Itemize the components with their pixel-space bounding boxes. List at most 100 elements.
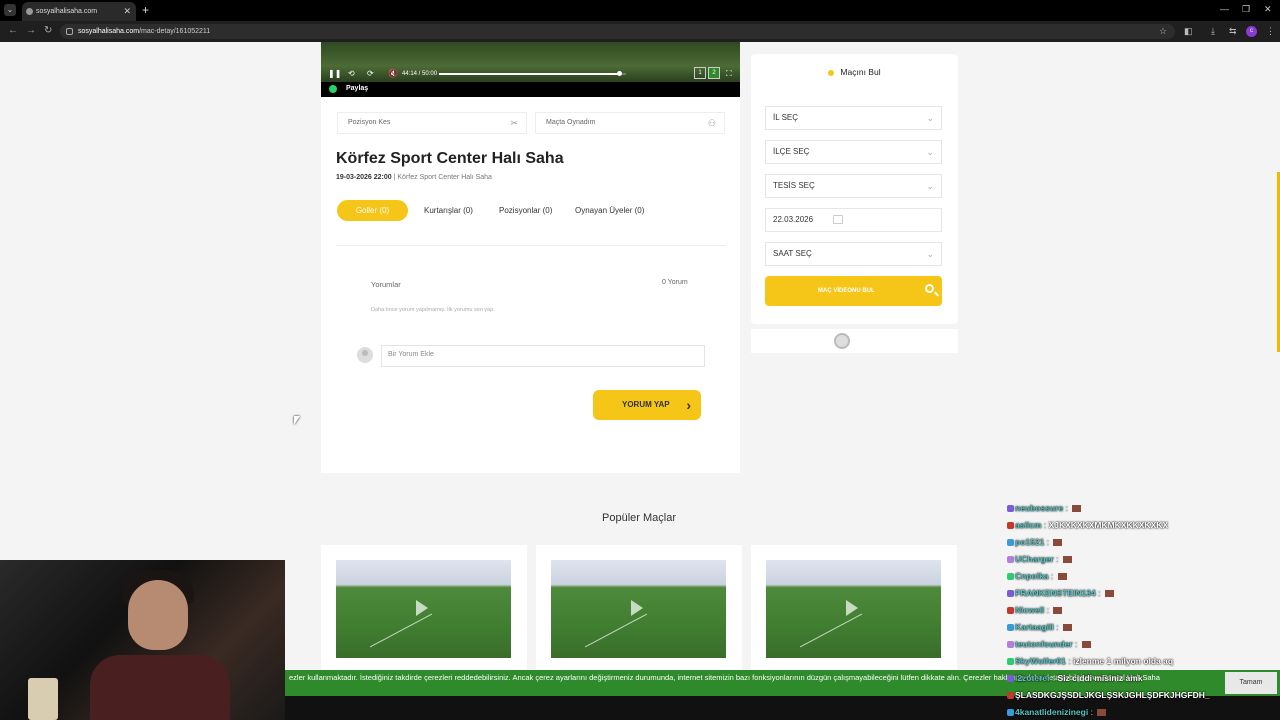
window-close-icon[interactable]: ✕ bbox=[1264, 4, 1272, 15]
play-icon[interactable] bbox=[846, 600, 858, 616]
submit-comment-button[interactable]: YORUM YAP › bbox=[593, 390, 701, 420]
pause-icon[interactable]: ❚❚ bbox=[328, 69, 341, 78]
chat-message: ŞLASDKGJŞSDLJKGLŞSKJGHLŞDFKJHGFDH_ bbox=[1007, 690, 1210, 700]
comment-input[interactable]: Bir Yorum Ekle bbox=[381, 345, 705, 367]
match-venue: Körfez Sport Center Halı Saha bbox=[397, 174, 492, 181]
chat-message: po1521 : bbox=[1007, 537, 1063, 547]
calendar-icon[interactable] bbox=[833, 215, 843, 224]
streamer-body bbox=[90, 655, 230, 720]
minimize-icon[interactable]: — bbox=[1220, 4, 1229, 14]
city-select[interactable]: İL SEÇ ⌄ bbox=[765, 106, 942, 130]
submit-comment-label: YORUM YAP bbox=[622, 400, 670, 409]
close-tab-icon[interactable]: ✕ bbox=[123, 2, 131, 21]
city-select-value: İL SEÇ bbox=[773, 113, 799, 122]
comments-heading: Yorumlar bbox=[371, 280, 401, 289]
whatsapp-icon[interactable] bbox=[329, 85, 337, 93]
tab-divider bbox=[336, 245, 726, 246]
chat-emote-icon bbox=[1053, 539, 1063, 547]
scissors-icon: ✂ bbox=[510, 118, 518, 128]
played-in-match-label: Maçta Oynadım bbox=[546, 119, 596, 126]
time-select-value: SAAT SEÇ bbox=[773, 249, 812, 258]
district-select[interactable]: İLÇE SEÇ ⌄ bbox=[765, 140, 942, 164]
chat-emote-icon bbox=[1057, 573, 1067, 581]
extensions-icon[interactable]: ◧ bbox=[1184, 26, 1193, 37]
find-match-title-text: Maçını Bul bbox=[840, 67, 881, 77]
download-icon[interactable]: ⤓ bbox=[1211, 26, 1215, 37]
video-time: 44:14 / 50:00 bbox=[402, 71, 438, 77]
chat-username: Cnpolka bbox=[1015, 571, 1049, 581]
tab-players[interactable]: Oynayan Üyeler (0) bbox=[575, 200, 644, 221]
played-in-match-button[interactable]: Maçta Oynadım ⚇ bbox=[535, 112, 725, 134]
tab-saves[interactable]: Kurtarışlar (0) bbox=[424, 200, 473, 221]
chat-text: ŞLASDKGJŞSDLJKGLŞSKJGHLŞDFKJHGFDH_ bbox=[1015, 690, 1210, 700]
browser-tabbar: ⌄ sosyalhalisaha.com ✕ + — ❐ ✕ bbox=[0, 0, 1280, 21]
chat-message: teutonfounder : bbox=[1007, 639, 1091, 649]
popular-match-thumbnail[interactable] bbox=[336, 560, 511, 658]
match-datetime: 19-03-2026 22:00 bbox=[336, 174, 392, 181]
menu-icon[interactable]: ⋮ bbox=[1266, 26, 1275, 37]
chat-username: SkyWolfer01 bbox=[1015, 656, 1066, 666]
chat-badge-icon bbox=[1007, 692, 1014, 700]
fullscreen-icon[interactable]: ⛶ bbox=[726, 69, 732, 79]
play-icon[interactable] bbox=[416, 600, 428, 616]
cut-position-label: Pozisyon Kes bbox=[348, 119, 391, 126]
cookie-accept-button[interactable]: Tamam bbox=[1225, 672, 1277, 694]
video-player[interactable]: ❚❚ ⟲ ⟳ 🔇 44:14 / 50:00 1 2 ⛶ Paylaş bbox=[321, 42, 740, 97]
date-input[interactable]: 22.03.2026 bbox=[765, 208, 942, 232]
chat-emote-icon bbox=[1081, 641, 1091, 649]
site-info-icon[interactable] bbox=[66, 28, 73, 35]
mouse-cursor-icon bbox=[294, 416, 300, 425]
chat-badge-icon bbox=[1007, 539, 1014, 547]
chat-badge-icon bbox=[1007, 658, 1014, 666]
meta-separator: | bbox=[393, 174, 396, 181]
avatar bbox=[357, 347, 373, 363]
skip-back-icon[interactable]: ⟲ bbox=[348, 69, 355, 78]
forward-icon[interactable]: → bbox=[26, 25, 36, 36]
status-dot-icon bbox=[828, 69, 835, 76]
chat-username: 4kanatlidenizinegi bbox=[1015, 707, 1089, 717]
chat-message: asilcm : XJKXKXKXMKMKXKKXKXKX bbox=[1007, 520, 1168, 530]
tab-positions[interactable]: Pozisyonlar (0) bbox=[499, 200, 552, 221]
cast-icon[interactable]: ⇆ bbox=[1229, 26, 1237, 37]
chat-message: i2zoterer : Siz ciddi misiniz amk bbox=[1007, 673, 1143, 683]
chat-badge-icon bbox=[1007, 590, 1014, 598]
chat-emote-icon bbox=[1097, 709, 1107, 717]
chat-text: XJKXKXKXMKMKXKKXKXKX bbox=[1048, 520, 1169, 530]
restore-icon[interactable]: ❐ bbox=[1242, 4, 1250, 15]
quality-option-2[interactable]: 2 bbox=[708, 67, 720, 79]
pitch-line bbox=[369, 613, 433, 648]
chat-text: izlenme 1 milyon olda aq bbox=[1072, 656, 1174, 666]
district-select-value: İLÇE SEÇ bbox=[773, 147, 810, 156]
find-video-button[interactable]: MAÇ VİDEONU BUL bbox=[765, 276, 942, 306]
football-logo-icon bbox=[834, 333, 850, 349]
browser-tab[interactable]: sosyalhalisaha.com ✕ bbox=[22, 2, 136, 21]
cut-position-button[interactable]: Pozisyon Kes ✂ bbox=[337, 112, 527, 134]
facility-select[interactable]: TESİS SEÇ ⌄ bbox=[765, 174, 942, 198]
chat-username: teutonfounder bbox=[1015, 639, 1073, 649]
profile-avatar-icon[interactable]: c bbox=[1246, 26, 1257, 37]
tab-search-icon[interactable]: ⌄ bbox=[4, 4, 16, 16]
site-logo-banner[interactable] bbox=[751, 329, 958, 353]
reload-icon[interactable]: ↻ bbox=[44, 25, 52, 36]
new-tab-icon[interactable]: + bbox=[142, 3, 149, 17]
match-meta: 19-03-2026 22:00 | Körfez Sport Center H… bbox=[336, 174, 492, 181]
mute-icon[interactable]: 🔇 bbox=[388, 69, 398, 78]
page-title: Körfez Sport Center Halı Saha bbox=[336, 150, 564, 167]
video-progress-bar[interactable] bbox=[439, 71, 626, 76]
tab-goals[interactable]: Goller (0) bbox=[337, 200, 408, 221]
popular-match-thumbnail[interactable] bbox=[766, 560, 941, 658]
chat-badge-icon bbox=[1007, 556, 1014, 564]
chat-username: neubossure bbox=[1015, 503, 1064, 513]
time-select[interactable]: SAAT SEÇ ⌄ bbox=[765, 242, 942, 266]
share-label[interactable]: Paylaş bbox=[346, 85, 368, 92]
bookmark-star-icon[interactable]: ☆ bbox=[1159, 26, 1167, 37]
quality-option-1[interactable]: 1 bbox=[694, 67, 706, 79]
back-icon[interactable]: ← bbox=[8, 25, 18, 36]
play-icon[interactable] bbox=[631, 600, 643, 616]
skip-forward-icon[interactable]: ⟳ bbox=[367, 69, 374, 78]
url-field[interactable]: sosyalhalisaha.com/mac-detay/161052211 bbox=[60, 24, 1175, 39]
chat-username: UCharger bbox=[1015, 554, 1054, 564]
search-icon bbox=[925, 284, 934, 293]
chat-message: 4kanatlidenizinegi : bbox=[1007, 707, 1107, 717]
popular-match-thumbnail[interactable] bbox=[551, 560, 726, 658]
